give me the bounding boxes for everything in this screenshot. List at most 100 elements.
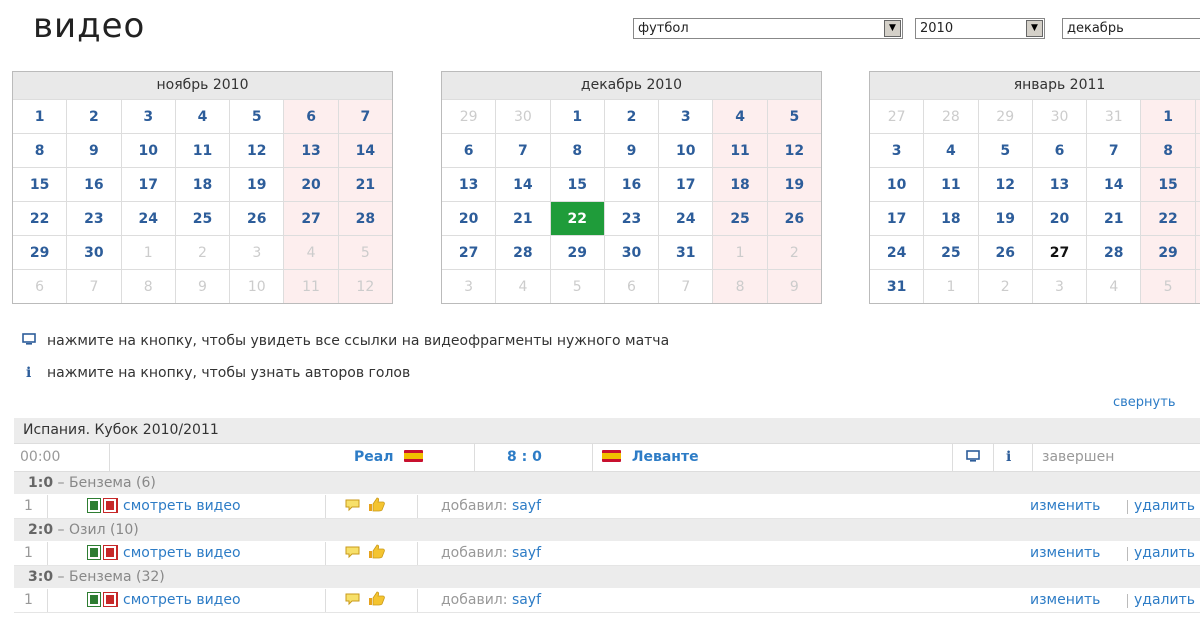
calendar-day[interactable]: 24 [870, 236, 924, 269]
calendar-day[interactable]: 29 [1141, 236, 1195, 269]
calendar-day[interactable]: 11 [924, 168, 978, 201]
calendar-day[interactable]: 21 [338, 168, 392, 201]
calendar-day[interactable]: 6 [284, 100, 338, 133]
calendar-day[interactable]: 9 [1195, 134, 1200, 167]
calendar-day[interactable]: 2 [1195, 100, 1200, 133]
calendar-day[interactable]: 30 [604, 236, 659, 269]
calendar-day[interactable]: 11 [175, 134, 230, 167]
calendar-day[interactable]: 11 [713, 134, 767, 167]
calendar-day[interactable]: 8 [13, 134, 67, 167]
calendar-day[interactable]: 17 [870, 202, 924, 235]
calendar-day[interactable]: 21 [1087, 202, 1141, 235]
calendar-day[interactable]: 19 [978, 202, 1032, 235]
calendar-day[interactable]: 7 [1087, 134, 1141, 167]
calendar-day[interactable]: 21 [496, 202, 550, 235]
calendar-day[interactable]: 29 [550, 236, 604, 269]
calendar-day[interactable]: 26 [978, 236, 1032, 269]
calendar-day[interactable]: 20 [284, 168, 338, 201]
delete-link[interactable]: удалить [1134, 589, 1195, 612]
calendar-day[interactable]: 1 [13, 100, 67, 133]
calendar-day[interactable]: 23 [1195, 202, 1200, 235]
calendar-day[interactable]: 22 [13, 202, 67, 235]
calendar-day[interactable]: 27 [1032, 236, 1087, 269]
calendar-day[interactable]: 22 [1141, 202, 1195, 235]
calendar-day[interactable]: 2 [604, 100, 659, 133]
calendar-day[interactable]: 20 [1032, 202, 1087, 235]
calendar-day[interactable]: 10 [659, 134, 713, 167]
calendar-day[interactable]: 17 [121, 168, 175, 201]
calendar-day[interactable]: 4 [175, 100, 230, 133]
match-score[interactable]: 8 : 0 [507, 444, 542, 471]
comment-icon[interactable] [345, 495, 361, 518]
calendar-day[interactable]: 19 [230, 168, 284, 201]
calendar-day[interactable]: 7 [338, 100, 392, 133]
calendar-day[interactable]: 8 [1141, 134, 1195, 167]
calendar-day[interactable]: 27 [442, 236, 496, 269]
calendar-day[interactable]: 13 [1032, 168, 1087, 201]
calendar-day[interactable]: 24 [659, 202, 713, 235]
calendar-day[interactable]: 2 [67, 100, 121, 133]
watch-video-link[interactable]: смотреть видео [123, 542, 241, 565]
calendar-day[interactable]: 13 [284, 134, 338, 167]
calendar-day[interactable]: 12 [230, 134, 284, 167]
calendar-day[interactable]: 28 [338, 202, 392, 235]
calendar-day[interactable]: 31 [870, 270, 924, 303]
calendar-day[interactable]: 5 [230, 100, 284, 133]
added-by-user[interactable]: sayf [512, 545, 541, 561]
calendar-day[interactable]: 3 [870, 134, 924, 167]
away-team-name[interactable]: Леванте [632, 449, 699, 465]
calendar-day[interactable]: 3 [659, 100, 713, 133]
calendar-day[interactable]: 16 [67, 168, 121, 201]
calendar-day[interactable]: 12 [978, 168, 1032, 201]
chevron-down-icon[interactable]: ▼ [884, 20, 901, 37]
calendar-day[interactable]: 27 [284, 202, 338, 235]
calendar-day[interactable]: 17 [659, 168, 713, 201]
calendar-day[interactable]: 30 [1195, 236, 1200, 269]
calendar-day[interactable]: 25 [713, 202, 767, 235]
delete-link[interactable]: удалить [1134, 495, 1195, 518]
delete-link[interactable]: удалить [1134, 542, 1195, 565]
edit-link[interactable]: изменить [1030, 495, 1100, 518]
calendar-day[interactable]: 22 [550, 202, 604, 235]
thumbs-up-icon[interactable] [367, 589, 385, 612]
collapse-link[interactable]: свернуть [1113, 395, 1176, 410]
calendar-day[interactable]: 14 [496, 168, 550, 201]
watch-video-link[interactable]: смотреть видео [123, 589, 241, 612]
calendar-day[interactable]: 8 [550, 134, 604, 167]
comment-icon[interactable] [345, 542, 361, 565]
thumbs-up-icon[interactable] [367, 542, 385, 565]
edit-link[interactable]: изменить [1030, 542, 1100, 565]
calendar-day[interactable]: 14 [1087, 168, 1141, 201]
thumbs-up-icon[interactable] [367, 495, 385, 518]
calendar-day[interactable]: 13 [442, 168, 496, 201]
calendar-day[interactable]: 20 [442, 202, 496, 235]
calendar-day[interactable]: 23 [67, 202, 121, 235]
month-select[interactable]: декабрь [1062, 18, 1200, 39]
calendar-day[interactable]: 29 [13, 236, 67, 269]
calendar-day[interactable]: 30 [67, 236, 121, 269]
calendar-day[interactable]: 15 [550, 168, 604, 201]
goal-info-icon[interactable]: i [1006, 444, 1011, 471]
calendar-day[interactable]: 19 [767, 168, 821, 201]
calendar-day[interactable]: 18 [924, 202, 978, 235]
calendar-day[interactable]: 24 [121, 202, 175, 235]
calendar-day[interactable]: 1 [550, 100, 604, 133]
chevron-down-icon[interactable]: ▼ [1026, 20, 1043, 37]
calendar-day[interactable]: 5 [767, 100, 821, 133]
calendar-day[interactable]: 9 [604, 134, 659, 167]
edit-link[interactable]: изменить [1030, 589, 1100, 612]
calendar-day[interactable]: 18 [713, 168, 767, 201]
calendar-day[interactable]: 10 [121, 134, 175, 167]
calendar-day[interactable]: 25 [175, 202, 230, 235]
calendar-day[interactable]: 25 [924, 236, 978, 269]
calendar-day[interactable]: 26 [230, 202, 284, 235]
home-team-name[interactable]: Реал [354, 449, 393, 465]
calendar-day[interactable]: 5 [978, 134, 1032, 167]
calendar-day[interactable]: 4 [924, 134, 978, 167]
comment-icon[interactable] [345, 589, 361, 612]
calendar-day[interactable]: 31 [659, 236, 713, 269]
video-links-icon[interactable] [966, 444, 980, 471]
calendar-day[interactable]: 15 [1141, 168, 1195, 201]
calendar-day[interactable]: 16 [604, 168, 659, 201]
added-by-user[interactable]: sayf [512, 592, 541, 608]
